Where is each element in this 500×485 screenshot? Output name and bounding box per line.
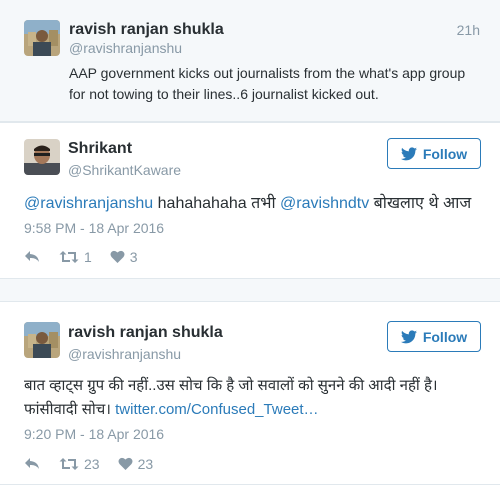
author-name[interactable]: Shrikant [68, 140, 132, 158]
author-name[interactable]: ravish ranjan shukla [68, 324, 223, 342]
author-handle[interactable]: @ShrikantKaware [68, 162, 181, 178]
heart-icon [118, 457, 133, 470]
tweet-card: Shrikant @ShrikantKaware Follow @ravishr… [0, 122, 500, 279]
tweet-text-line: बात व्हाट्स ग्रुप की नहीं..उस सोच कि है … [24, 377, 438, 394]
tweet-text: बात व्हाट्स ग्रुप की नहीं..उस सोच कि है … [24, 374, 494, 422]
avatar[interactable] [24, 322, 60, 358]
retweet-icon [59, 251, 79, 263]
tweet-timestamp[interactable]: 9:20 PM - 18 Apr 2016 [24, 426, 164, 442]
tweet-text-part: बोखलाए थे आज [369, 195, 472, 212]
reply-button[interactable] [24, 457, 41, 471]
follow-button[interactable]: Follow [387, 138, 481, 169]
like-button[interactable]: 3 [110, 249, 138, 265]
tweet-text: AAP government kicks out journalists fro… [69, 65, 466, 102]
tweet-age[interactable]: 21h [457, 22, 480, 38]
tweet-actions: 23 23 [24, 456, 171, 472]
divider [0, 279, 500, 301]
tweet-actions: 1 3 [24, 249, 156, 265]
like-count: 3 [129, 249, 138, 265]
follow-button[interactable]: Follow [387, 321, 481, 352]
follow-label: Follow [422, 145, 468, 162]
retweet-count: 1 [84, 249, 92, 265]
like-button[interactable]: 23 [118, 456, 154, 472]
reply-button[interactable] [24, 250, 41, 264]
avatar[interactable] [24, 20, 60, 56]
tweet-text-line: फांसीवादी सोच। twitter.com/Confused_Twee… [24, 398, 494, 422]
author-handle[interactable]: @ravishranjanshu [68, 346, 181, 362]
twitter-bird-icon [400, 146, 417, 160]
tweet-card: ravish ranjan shukla @ravishranjanshu Fo… [0, 301, 500, 485]
mention-link[interactable]: @ravishranjanshu [24, 195, 153, 212]
tweet-text: @ravishranjanshu hahahahaha तभी @ravishn… [24, 193, 484, 215]
avatar[interactable] [24, 139, 60, 175]
author-name[interactable]: ravish ranjan shukla [69, 21, 224, 39]
tweet-timestamp[interactable]: 9:58 PM - 18 Apr 2016 [24, 220, 164, 236]
heart-icon [110, 250, 125, 263]
retweet-icon [59, 458, 79, 470]
author-handle[interactable]: @ravishranjanshu [69, 40, 182, 56]
twitter-bird-icon [400, 329, 417, 343]
retweet-button[interactable]: 23 [59, 456, 100, 472]
quoted-tweet: ravish ranjan shukla @ravishranjanshu 21… [0, 0, 500, 122]
retweet-button[interactable]: 1 [59, 249, 92, 265]
mention-link[interactable]: @ravishndtv [280, 195, 369, 212]
reply-icon [25, 458, 39, 469]
tweet-text-part: फांसीवादी सोच। [24, 401, 116, 418]
reply-icon [25, 251, 39, 262]
like-count: 23 [137, 456, 154, 472]
follow-label: Follow [422, 328, 468, 345]
retweet-count: 23 [84, 456, 100, 472]
tweet-text-part: hahahahaha तभी [153, 195, 281, 212]
tweet-link[interactable]: twitter.com/Confused_Tweet… [115, 401, 318, 418]
